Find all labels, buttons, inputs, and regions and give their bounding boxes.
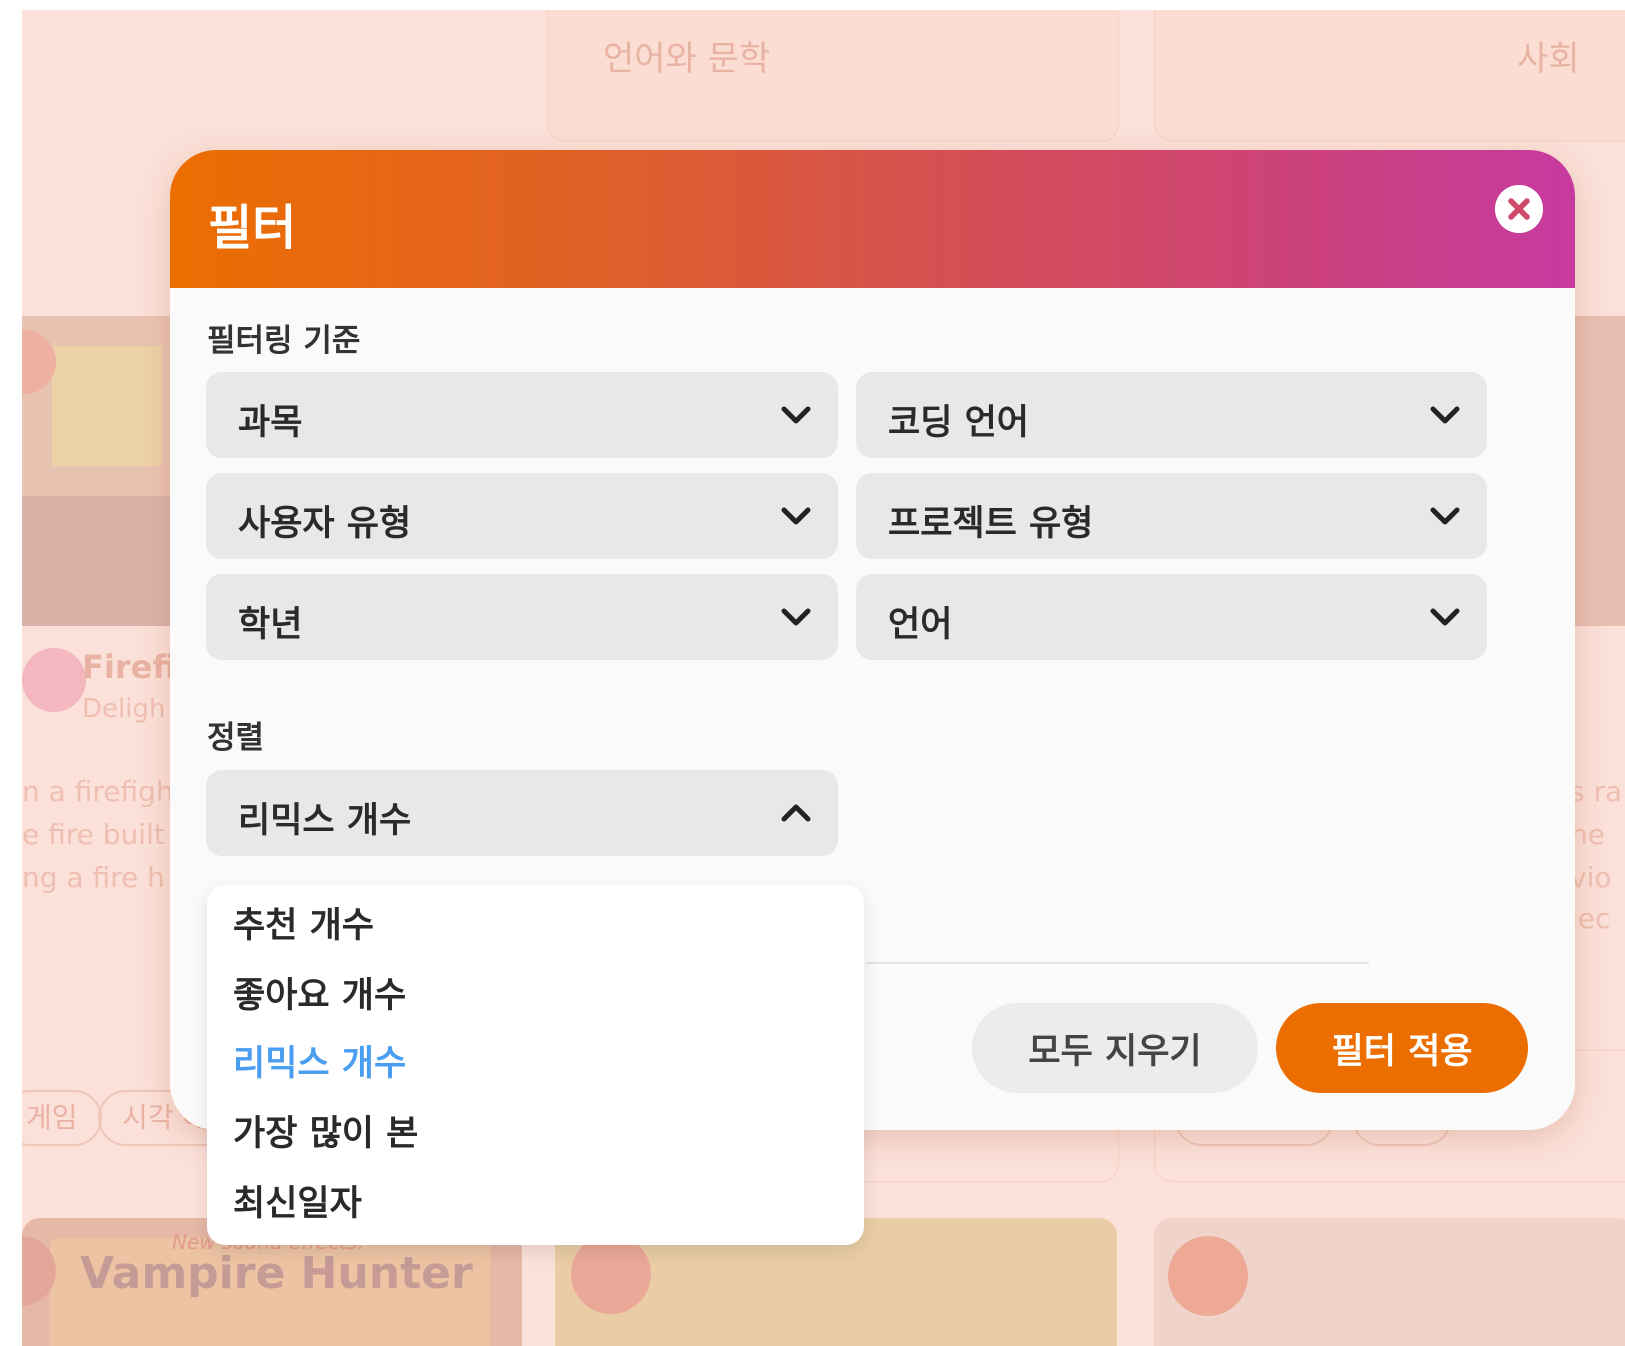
- project-desc-line: s ra: [1570, 775, 1623, 808]
- thumbnail-title: Vampire Hunter: [80, 1248, 473, 1299]
- modal-header: 필터: [170, 150, 1575, 288]
- project-author[interactable]: Deligh: [82, 694, 165, 724]
- select-label: 코딩 언어: [888, 403, 1029, 443]
- category-card-center[interactable]: 언어와 문학: [547, 10, 1119, 142]
- sort-option[interactable]: 추천 개수: [233, 897, 374, 948]
- sort-option[interactable]: 가장 많이 본: [233, 1105, 418, 1156]
- chevron-down-icon: [1430, 406, 1460, 424]
- clear-all-button[interactable]: 모두 지우기: [972, 1003, 1258, 1093]
- sort-section-label: 정렬: [207, 720, 265, 756]
- filter-select-subject[interactable]: 과목: [206, 372, 838, 458]
- tag-chip[interactable]: 게임: [22, 1090, 102, 1146]
- project-desc-line: e fire built: [22, 818, 165, 851]
- apply-filter-button[interactable]: 필터 적용: [1276, 1003, 1528, 1093]
- project-desc-line: jec: [1570, 902, 1611, 935]
- sort-option[interactable]: 최신일자: [233, 1175, 362, 1226]
- sort-option-selected[interactable]: 리믹스 개수: [233, 1035, 406, 1086]
- chevron-down-icon: [781, 507, 811, 525]
- category-label: 언어와 문학: [603, 39, 771, 79]
- tools-icon: [571, 1234, 651, 1314]
- filter-section-label: 필터링 기준: [207, 323, 361, 359]
- chevron-down-icon: [1430, 608, 1460, 626]
- category-card-right[interactable]: 사회: [1154, 10, 1625, 142]
- filter-select-user-type[interactable]: 사용자 유형: [206, 473, 838, 559]
- project-thumbnail-bottom-right[interactable]: [1154, 1218, 1625, 1346]
- project-desc-line: ng a fire h: [22, 861, 165, 894]
- filter-select-grade[interactable]: 학년: [206, 574, 838, 660]
- paw-icon: [1168, 1236, 1248, 1316]
- close-icon: [1495, 185, 1543, 233]
- sort-option[interactable]: 좋아요 개수: [233, 967, 406, 1018]
- footer-divider: [866, 962, 1369, 964]
- filter-select-language[interactable]: 언어: [856, 574, 1487, 660]
- filter-select-coding-language[interactable]: 코딩 언어: [856, 372, 1487, 458]
- chevron-down-icon: [781, 608, 811, 626]
- select-label: 과목: [238, 403, 303, 443]
- project-desc-line: he: [1570, 818, 1605, 851]
- select-label: 언어: [888, 605, 953, 645]
- close-button[interactable]: [1495, 185, 1543, 233]
- select-label: 사용자 유형: [238, 504, 412, 544]
- project-desc-line: vio: [1570, 861, 1612, 894]
- sort-dropdown-menu: 추천 개수 좋아요 개수 리믹스 개수 가장 많이 본 최신일자: [207, 885, 864, 1245]
- category-label: 사회: [1517, 39, 1580, 79]
- select-label: 리믹스 개수: [238, 801, 412, 841]
- select-label: 프로젝트 유형: [888, 504, 1094, 544]
- chevron-down-icon: [1430, 507, 1460, 525]
- select-label: 학년: [238, 605, 303, 645]
- modal-title: 필터: [208, 200, 297, 256]
- chevron-up-icon: [781, 804, 811, 822]
- chevron-down-icon: [781, 406, 811, 424]
- filter-select-project-type[interactable]: 프로젝트 유형: [856, 473, 1487, 559]
- author-avatar[interactable]: [22, 648, 86, 712]
- sort-select[interactable]: 리믹스 개수: [206, 770, 838, 856]
- project-desc-line: n a firefigh: [22, 775, 174, 808]
